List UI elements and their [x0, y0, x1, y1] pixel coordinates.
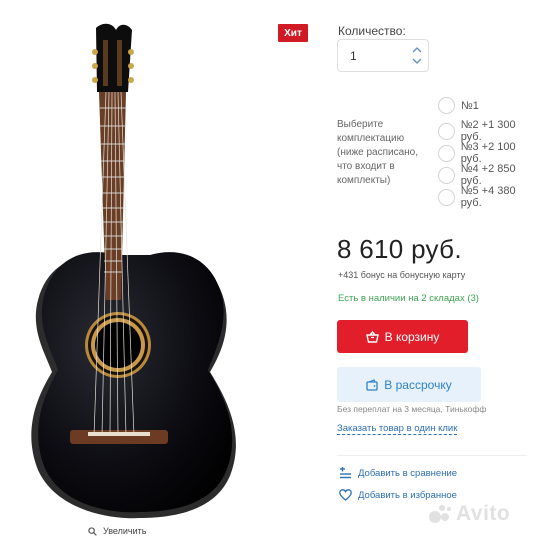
option-label: №5 +4 380 руб. — [460, 185, 516, 209]
product-image[interactable] — [0, 0, 270, 528]
avito-watermark: Avito — [428, 502, 510, 526]
chevron-up-icon[interactable] — [412, 46, 422, 53]
zoom-button[interactable]: Увеличить — [88, 526, 146, 536]
compare-icon — [340, 467, 351, 479]
heart-icon — [339, 489, 352, 501]
price: 8 610 руб. — [337, 234, 462, 264]
radio-button[interactable] — [438, 97, 455, 114]
radio-button[interactable] — [438, 122, 455, 140]
option-label: №3 +2 100 руб. — [460, 141, 516, 165]
add-to-cart-button[interactable]: В корзину — [337, 320, 468, 353]
add-to-favorites-link[interactable]: Добавить в избранное — [339, 489, 457, 501]
option-4[interactable]: №4 +2 850 руб. — [438, 163, 538, 187]
wallet-icon — [366, 378, 378, 391]
radio-button[interactable] — [438, 166, 455, 184]
options-label: Выберите комплектацию (ниже расписано, ч… — [337, 119, 419, 186]
bonus-text: +431 бонус на бонусную карту — [338, 270, 466, 280]
option-label: №4 +2 850 руб. — [460, 163, 516, 187]
quantity-stepper[interactable]: 1 — [337, 39, 429, 72]
radio-button[interactable] — [438, 144, 455, 162]
quantity-value[interactable]: 1 — [350, 49, 357, 63]
avito-logo-icon — [429, 505, 451, 523]
option-3[interactable]: №3 +2 100 руб. — [438, 141, 538, 165]
compare-label: Добавить в сравнение — [358, 467, 458, 479]
radio-button[interactable] — [438, 188, 455, 206]
add-to-cart-label: В корзину — [384, 329, 440, 344]
installment-note: Без переплат на 3 месяца, Тинькофф — [337, 404, 487, 414]
add-to-compare-link[interactable]: Добавить в сравнение — [339, 467, 457, 479]
stock-status[interactable]: Есть в наличии на 2 складах (3) — [338, 293, 479, 304]
installment-button[interactable]: В рассрочку — [337, 367, 481, 402]
option-1[interactable]: №1 — [438, 97, 479, 114]
hit-badge: Хит — [278, 24, 308, 42]
quantity-label: Количество: — [338, 24, 406, 38]
divider — [337, 455, 527, 456]
zoom-label: Увеличить — [103, 526, 147, 536]
watermark-text: Avito — [456, 502, 511, 525]
option-label: №1 — [461, 99, 479, 112]
cart-icon — [365, 330, 379, 343]
chevron-down-icon[interactable] — [412, 58, 422, 65]
option-5[interactable]: №5 +4 380 руб. — [438, 185, 538, 209]
option-label: №2 +1 300 руб. — [460, 119, 516, 143]
installment-label: В рассрочку — [384, 377, 452, 392]
search-icon — [88, 526, 97, 536]
option-2[interactable]: №2 +1 300 руб. — [438, 119, 538, 143]
one-click-order-link[interactable]: Заказать товар в один клик — [337, 423, 458, 435]
favorite-label: Добавить в избранное — [358, 489, 457, 501]
